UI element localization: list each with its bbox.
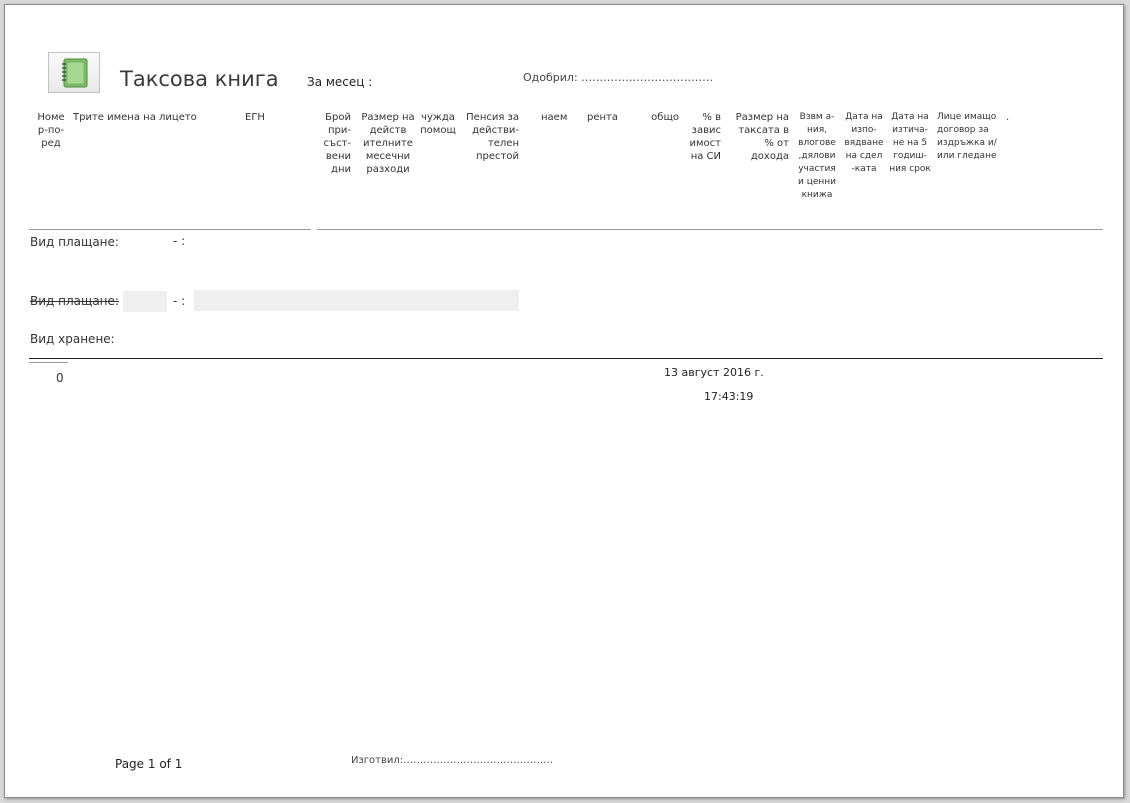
food-type-label: Вид хранене:	[30, 332, 115, 346]
col-header-rent2: рента	[587, 112, 618, 123]
payment-type-dash-2: - :	[173, 294, 186, 308]
payment-code-box	[123, 291, 167, 312]
col-header-days: Брой при-съст-вени дни	[323, 112, 352, 175]
prepared-by: Изготвил:………………………………………	[351, 755, 554, 766]
col-header-expire-date: Дата на изтича-не на 5 годиш-ния срок	[889, 112, 931, 174]
payment-type-label-2: Вид плащане:	[30, 294, 119, 308]
col-header-names: Трите имена на лицето	[73, 112, 197, 123]
col-header-fee: Размер на таксата в % от дохода	[735, 112, 789, 162]
payment-name-box	[194, 290, 519, 311]
col-header-rent1: наем	[541, 112, 568, 123]
report-date: 13 август 2016 г.	[664, 366, 764, 379]
notebook-icon	[62, 58, 88, 88]
header-divider-right	[317, 229, 1103, 230]
col-header-rewards: Взвм а-ния, влогове ,дялови участия и це…	[798, 112, 836, 200]
summary-divider	[29, 358, 1103, 359]
record-count: 0	[56, 371, 64, 385]
page-number: Page 1 of 1	[115, 757, 183, 771]
report-logo	[48, 52, 100, 93]
header-divider-left	[29, 229, 311, 230]
report-title: Таксова книга	[120, 67, 279, 91]
col-header-num: Номе р-по-ред	[37, 112, 65, 149]
col-header-person: Лице имащо договор за издръжка и/или гле…	[937, 112, 997, 161]
report-page: Таксова книга За месец : Одобрил: …………………	[4, 4, 1124, 798]
payment-type-value: - :	[173, 234, 186, 248]
approved-by: Одобрил: ………………………………	[523, 71, 714, 84]
col-header-pension: Пенсия за действи-телен престой	[466, 112, 519, 162]
payment-type-label: Вид плащане:	[30, 235, 119, 249]
month-label: За месец :	[307, 75, 373, 89]
col-header-dot: .	[1006, 112, 1010, 123]
report-time: 17:43:19	[704, 390, 754, 403]
col-header-percent: % в завис имост на СИ	[689, 112, 721, 162]
col-header-total: общо	[651, 112, 679, 123]
col-header-expenses: Размер на действ ителните месечни разход…	[361, 112, 415, 175]
count-underline	[29, 362, 68, 363]
col-header-help: чужда помощ	[420, 112, 456, 136]
col-header-egn: ЕГН	[245, 112, 265, 123]
col-header-deal-date: Дата на изпо-вядване на сдел -ката	[844, 112, 884, 174]
